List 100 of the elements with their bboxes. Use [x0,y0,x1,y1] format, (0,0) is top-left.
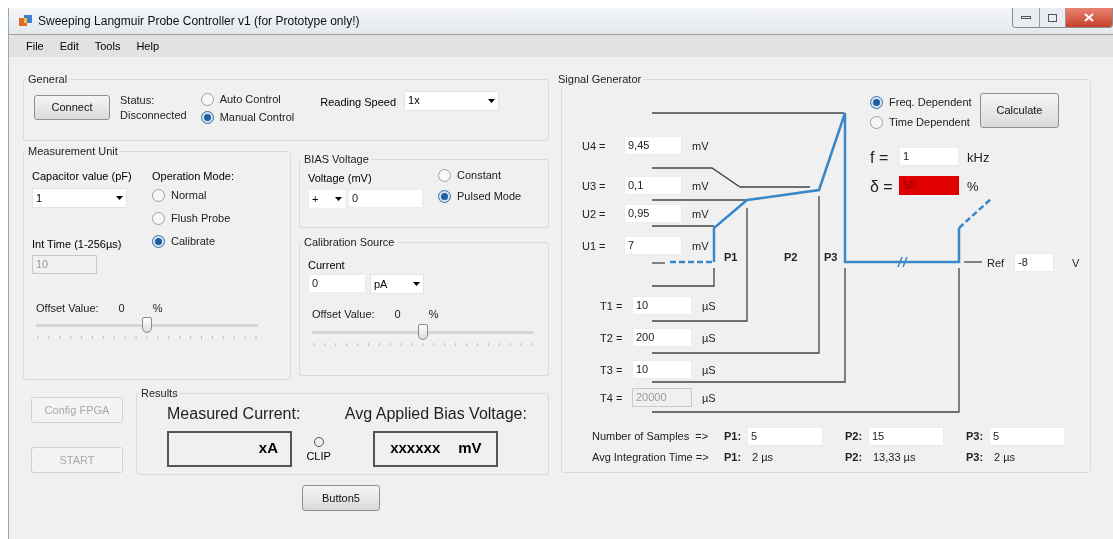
clip-label: CLIP [306,448,331,464]
current-display: xA [167,430,292,467]
caret-icon [116,196,123,200]
radio-button[interactable]: Pulsed Mode [438,187,522,206]
ref-label: Ref [987,255,1005,271]
maximize-button[interactable] [1040,8,1066,27]
unit-label: kHz [967,148,990,167]
group-title: General [27,72,69,87]
phase-label: P2: [845,449,864,465]
text-field[interactable]: 200 [632,327,692,347]
unit-label: mV [692,178,709,194]
text-field[interactable]: 0 [348,189,423,208]
row-label: Number of Samples => [592,428,710,444]
phase-label: P2 [784,249,798,265]
caret-icon [413,282,420,286]
radio-button[interactable]: Flush Probe [152,209,234,227]
offset-unit: % [152,300,163,316]
unit-label: µS [702,330,716,346]
phase-label: P3 [824,249,838,265]
group-title: BIAS Voltage [303,152,370,167]
group-title: Measurement Unit [27,144,119,159]
caret-icon [488,98,496,103]
group-title: Signal Generator [557,72,643,87]
status-label: Status: [120,92,156,108]
window-title: Sweeping Langmuir Probe Controller v1 (for Prototype only!) [38,13,360,30]
time-label: T2 = [600,330,623,346]
integration-time: 13,33 µs [873,449,916,465]
dropdown[interactable]: 1x [404,90,500,111]
offset-value: 0 [394,307,401,322]
slider-thumb[interactable] [142,317,152,333]
unit-label: µS [702,390,716,406]
close-button[interactable] [1066,8,1112,27]
group-title: Results [140,386,179,401]
menu-item[interactable]: File [26,37,44,55]
button[interactable]: Button5 [302,485,380,511]
radio-button[interactable]: Calibrate [152,232,234,250]
bias-voltage-display: xxxxxx mV [373,430,499,467]
text-field[interactable]: 15 [868,426,944,446]
phase-label: P1 [724,249,738,265]
parameter-label: δ = [870,176,893,197]
text-field[interactable]: 9,45 [624,135,682,155]
menu-item[interactable]: Tools [94,37,121,55]
radio-button[interactable]: Auto Control [200,90,295,109]
phase-label: P1: [724,428,743,444]
menu-item[interactable]: Help [136,37,159,55]
status-value: Disconnected [120,107,187,123]
radio-button[interactable]: Normal [152,186,234,204]
text-field[interactable]: 10 [632,359,692,379]
slider-track[interactable] [36,317,258,334]
voltage-label: Voltage (mV) [308,170,373,186]
text-field[interactable]: 7 [624,235,682,255]
current-label: Current [308,257,346,273]
text-field[interactable]: 10 [632,295,692,315]
integration-time: 2 µs [994,449,1015,465]
text-field[interactable]: -8 [1014,252,1054,272]
time-label: T4 = [600,390,623,406]
connect-button[interactable]: Connect [34,94,110,120]
time-label: T1 = [600,298,623,314]
dropdown[interactable]: pA [370,274,424,294]
time-label: T3 = [600,362,623,378]
text-field[interactable]: 1 [899,146,959,166]
unit-label: mV [692,238,709,254]
text-field[interactable]: 0 [308,274,366,293]
offset-unit: % [428,307,439,322]
measured-current-label: Measured Current: [167,403,301,424]
offset-label: Offset Value: [312,307,375,322]
text-field[interactable]: 5 [747,426,823,446]
unit-label: µS [702,362,716,378]
dropdown[interactable]: 1 [32,188,127,208]
unit-label: % [967,177,979,196]
unit-label: V [1072,255,1080,271]
calculate-button[interactable]: Calculate [980,92,1059,128]
parameter-label: f = [870,147,889,168]
phase-label: P3: [966,449,985,465]
unit-label: µS [702,298,716,314]
dropdown[interactable]: + [308,189,346,209]
offset-value: 0 [118,300,125,316]
text-field[interactable]: 0,1 [624,175,682,195]
slider-track[interactable] [312,323,534,341]
voltage-label: U4 = [582,138,606,154]
phase-label: P1: [724,449,743,465]
bias-voltage-label: Avg Applied Bias Voltage: [344,403,527,424]
close-icon [1084,13,1094,22]
phase-label: P2: [845,428,864,444]
voltage-label: U3 = [582,178,606,194]
radio-button[interactable]: Constant [438,166,522,185]
phase-label: P3: [966,428,985,444]
menu-item[interactable]: Edit [59,37,79,55]
row-label: Avg Integration Time => [592,449,710,465]
slider-thumb[interactable] [418,323,428,340]
minimize-button[interactable] [1013,8,1040,27]
radio-button[interactable]: Freq. Dependent [870,93,972,112]
caret-icon [335,197,342,201]
int-time-label: Int Time (1-256µs) [32,237,123,252]
group-title: Calibration Source [303,235,396,250]
text-field[interactable]: 5 [989,426,1065,446]
unit-label: mV [692,138,709,154]
radio-button[interactable]: Manual Control [200,108,295,127]
radio-button[interactable]: Time Dependent [870,113,972,132]
text-field[interactable]: 0,95 [624,203,682,223]
